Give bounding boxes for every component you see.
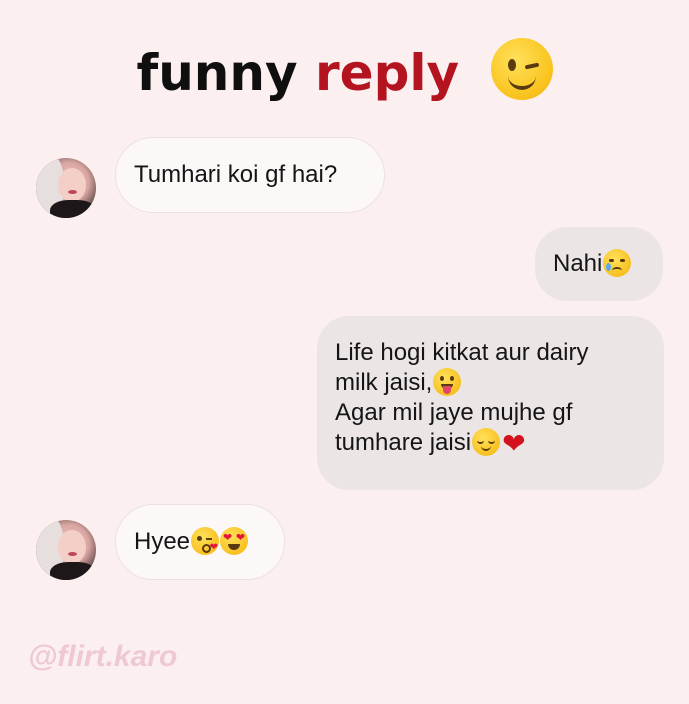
watermark: @flirt.karo	[28, 640, 178, 673]
title-word-reply: reply	[315, 44, 460, 102]
page-title: funny reply	[0, 38, 689, 102]
message-text: Tumhari koi gf hai?	[134, 161, 338, 188]
message-text: Hyee	[134, 528, 191, 555]
relieved-face-icon	[472, 428, 501, 456]
crying-face-icon	[603, 249, 632, 277]
red-heart-icon: ❤	[502, 428, 526, 459]
title-word-funny: funny	[136, 44, 298, 102]
message-line: Life hogi kitkat aur dairy	[335, 339, 589, 366]
message-line: Agar mil jaye mujhe gf	[335, 399, 573, 426]
message-text: Nahi	[553, 250, 603, 277]
message-line: milk jaisi,	[335, 369, 433, 396]
heart-eyes-face-icon: ❤ ❤	[220, 527, 249, 555]
received-message[interactable]: Hyee ❤ ❤ ❤	[115, 504, 285, 580]
avatar[interactable]	[36, 520, 96, 580]
avatar[interactable]	[36, 158, 96, 218]
received-message[interactable]: Tumhari koi gf hai?	[115, 137, 385, 213]
sent-message[interactable]: Life hogi kitkat aur dairy milk jaisi, A…	[317, 316, 664, 490]
message-line: tumhare jaisi	[335, 429, 472, 456]
winking-face-icon	[490, 38, 553, 100]
kissing-heart-face-icon: ❤	[191, 527, 220, 555]
tongue-out-face-icon	[433, 368, 462, 396]
sent-message[interactable]: Nahi	[535, 227, 663, 301]
